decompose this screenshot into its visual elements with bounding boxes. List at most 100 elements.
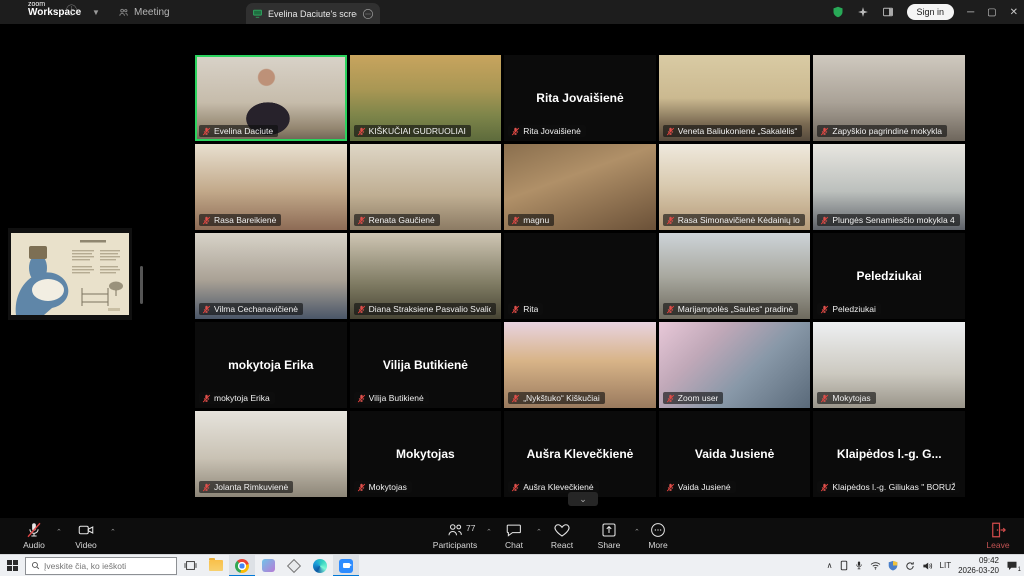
audio-button[interactable]: Audio ⌃ [14,521,54,550]
participant-tile[interactable]: Renata Gaučienė [350,144,502,230]
tab-meeting[interactable]: Meeting [118,0,170,24]
task-view-icon[interactable] [177,555,203,576]
security-shield-icon[interactable] [832,6,844,18]
participant-tile[interactable]: Mokytojas [813,322,965,408]
start-button[interactable] [0,555,24,576]
participant-tile[interactable]: Vilija Butikienė Vilija Butikienė [350,322,502,408]
participant-tile[interactable]: Aušra Klevečkienė Aušra Klevečkienė [504,411,656,497]
muted-mic-icon [25,521,43,539]
name-label: magnu [508,214,554,226]
participant-tile[interactable]: Vilma Cechanavičienė [195,233,347,319]
video-button[interactable]: Video ⌃ [66,521,106,550]
search-input[interactable] [44,561,162,571]
participant-tile[interactable]: Vaida Jusienė Vaida Jusienė [659,411,811,497]
participant-tile[interactable]: Rita [504,233,656,319]
windows-taskbar: ∧ LIT 09:42 2026-03-20 1 [0,554,1024,576]
meeting-toolbar: Audio ⌃ Video ⌃ 77 Participants ⌃ Chat ⌃… [0,518,1024,554]
muted-mic-icon [820,394,829,403]
name-label: Plungės Senamiesčio mokykla 4c [817,214,960,226]
name-label: Rita [508,303,543,315]
chat-button[interactable]: Chat ⌃ [496,521,532,550]
react-button[interactable]: React [542,521,582,550]
defender-shield-icon[interactable] [888,560,898,571]
muted-mic-icon [357,305,366,314]
sign-in-button[interactable]: Sign in [907,4,955,20]
share-options-caret[interactable]: ⌃ [634,528,640,536]
participant-tile[interactable]: KIŠKUČIAI GUDRUOLIAI [350,55,502,141]
more-button[interactable]: More [640,521,676,550]
tab-more-icon[interactable] [362,8,374,20]
name-label: Vilma Cechanavičienė [199,303,303,315]
participant-tile[interactable]: Evelina Daciute [195,55,347,141]
taskbar-clock[interactable]: 09:42 2026-03-20 [958,556,999,575]
sync-icon[interactable] [905,561,915,571]
muted-mic-icon [820,483,829,492]
muted-mic-icon [666,305,675,314]
participants-options-caret[interactable]: ⌃ [486,528,492,536]
muted-mic-icon [511,305,520,314]
participant-tile[interactable]: Diana Straksiene Pasvalio Svalios progim… [350,233,502,319]
maximize-button[interactable]: ▢ [987,7,996,18]
muted-mic-icon [357,127,366,136]
collapse-gallery-button[interactable]: ⌄ [568,492,598,506]
people-icon [118,7,129,18]
participant-tile[interactable]: Plungės Senamiesčio mokykla 4c [813,144,965,230]
participant-tile[interactable]: Rasa Simonavičienė Kėdainių lopšelis-dar… [659,144,811,230]
hidden-icons-chevron[interactable]: ∧ [827,561,833,570]
search-icon [31,561,40,570]
book-page-illustration [8,228,132,320]
tab-evelina-screen[interactable]: Evelina Daciute's screen [246,3,380,24]
chrome-icon[interactable] [229,555,255,576]
participant-tile[interactable]: Mokytojas Mokytojas [350,411,502,497]
muted-mic-icon [357,394,366,403]
edge-icon[interactable] [307,555,333,576]
tray-mic-icon[interactable] [855,560,863,571]
minimize-button[interactable]: ─ [967,7,974,18]
participant-tile[interactable]: Jolanta Rimkuvienė [195,411,347,497]
zoom-app-icon[interactable] [333,555,359,576]
name-label: Rasa Bareikienė [199,214,281,226]
paint3d-icon[interactable] [255,555,281,576]
language-indicator[interactable]: LIT [940,561,952,570]
name-label: Rita Jovaišienė [508,125,586,137]
chat-options-caret[interactable]: ⌃ [536,528,542,536]
taskbar-search[interactable] [25,557,177,575]
name-label: mokytoja Erika [199,392,275,404]
close-button[interactable]: ✕ [1010,7,1018,18]
participant-tile[interactable]: Peledziukai Peledziukai [813,233,965,319]
participant-tile[interactable]: magnu [504,144,656,230]
name-label: Vilija Butikienė [354,392,429,404]
volume-icon[interactable] [922,561,933,571]
3d-viewer-icon[interactable] [281,555,307,576]
participant-tile[interactable]: Veneta Baliukonienė „Sakalėlis“ [659,55,811,141]
participant-tile[interactable]: Zapyškio pagrindinė mokykla [813,55,965,141]
leave-button[interactable]: Leave [978,521,1018,550]
participant-tile[interactable]: Rita Jovaišienė Rita Jovaišienė [504,55,656,141]
participant-tile[interactable]: mokytoja Erika mokytoja Erika [195,322,347,408]
file-explorer-icon[interactable] [203,555,229,576]
clock-time: 09:42 [958,556,999,566]
phone-link-icon[interactable] [840,560,848,571]
gallery-scrollbar[interactable] [140,266,143,304]
name-label: Diana Straksiene Pasvalio Svalios progim… [354,303,496,315]
wifi-icon[interactable] [870,561,881,570]
notification-badge: 1 [1017,567,1022,573]
share-button[interactable]: Share ⌃ [588,521,630,550]
participant-tile[interactable]: Klaipėdos l.-g. G... Klaipėdos l.-g. Gil… [813,411,965,497]
name-label: Mokytojas [817,392,875,404]
chevron-down-icon[interactable]: ▼ [92,6,100,20]
ai-sparkle-icon[interactable] [857,6,869,18]
audio-options-caret[interactable]: ⌃ [56,528,62,536]
participants-button[interactable]: 77 Participants ⌃ [426,521,484,550]
muted-mic-icon [511,394,520,403]
side-panel-icon[interactable] [882,6,894,18]
action-center-icon[interactable]: 1 [1006,560,1018,571]
participant-tile[interactable]: Zoom user [659,322,811,408]
video-options-caret[interactable]: ⌃ [110,528,116,536]
shared-screen-preview[interactable] [8,228,132,320]
info-icon[interactable]: ⓘ [66,4,77,18]
participant-tile[interactable]: „Nykštuko“ Kiškučiai [504,322,656,408]
participant-tile[interactable]: Marijampolės „Saules“ pradinė [659,233,811,319]
name-label: „Nykštuko“ Kiškučiai [508,392,605,404]
participant-tile[interactable]: Rasa Bareikienė [195,144,347,230]
